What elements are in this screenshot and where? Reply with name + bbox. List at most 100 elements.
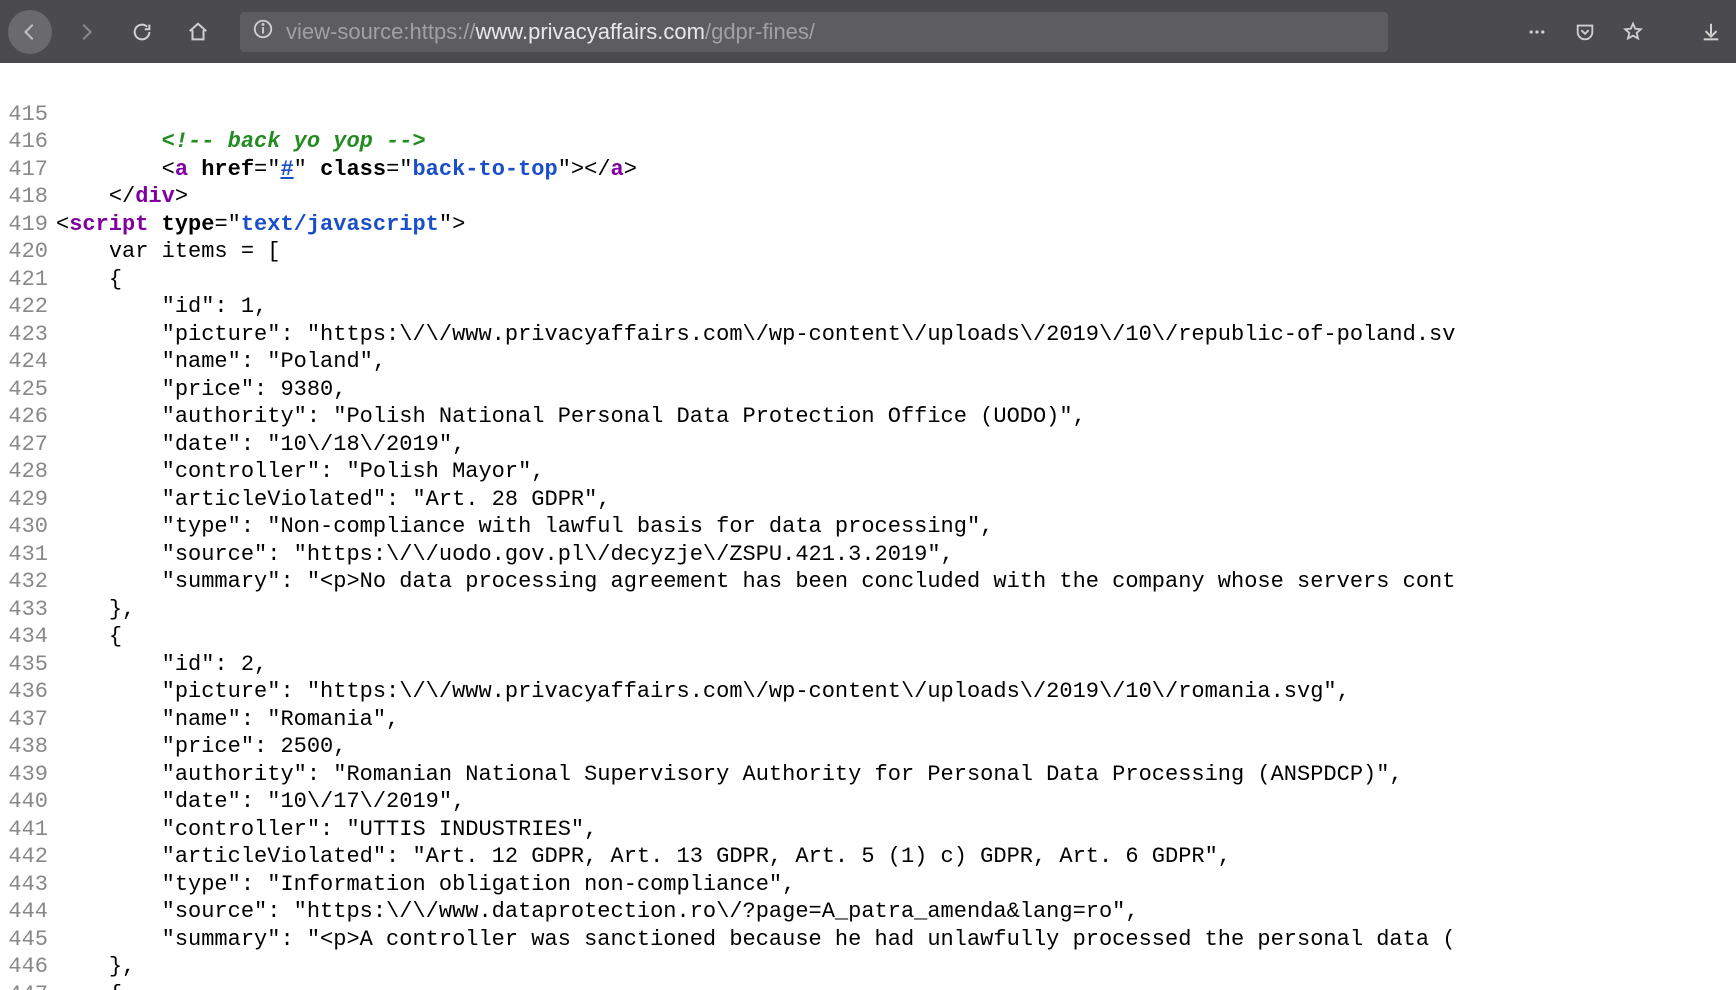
line-number: 446: [0, 953, 56, 981]
source-line: 429 "articleViolated": "Art. 28 GDPR",: [0, 486, 1736, 514]
line-number: 417: [0, 156, 56, 184]
line-code: "articleViolated": "Art. 28 GDPR",: [56, 486, 1736, 514]
info-icon[interactable]: [252, 18, 274, 45]
line-code: "authority": "Romanian National Supervis…: [56, 761, 1736, 789]
line-number: 433: [0, 596, 56, 624]
line-code: "name": "Romania",: [56, 706, 1736, 734]
line-code: "source": "https:\/\/www.dataprotection.…: [56, 898, 1736, 926]
line-number: 415: [0, 101, 56, 129]
source-line: 432 "summary": "<p>No data processing ag…: [0, 568, 1736, 596]
source-line: 427 "date": "10\/18\/2019",: [0, 431, 1736, 459]
source-line: 444 "source": "https:\/\/www.dataprotect…: [0, 898, 1736, 926]
line-code: "id": 1,: [56, 293, 1736, 321]
line-code: "id": 2,: [56, 651, 1736, 679]
source-line: 423 "picture": "https:\/\/www.privacyaff…: [0, 321, 1736, 349]
line-code: },: [56, 596, 1736, 624]
line-code: "summary": "<p>No data processing agreem…: [56, 568, 1736, 596]
line-number: 432: [0, 568, 56, 596]
source-line: 428 "controller": "Polish Mayor",: [0, 458, 1736, 486]
line-code: "picture": "https:\/\/www.privacyaffairs…: [56, 321, 1736, 349]
source-line: 420 var items = [: [0, 238, 1736, 266]
line-number: 444: [0, 898, 56, 926]
source-line: 445 "summary": "<p>A controller was sanc…: [0, 926, 1736, 954]
line-number: 424: [0, 348, 56, 376]
line-number: 447: [0, 981, 56, 990]
line-number: 420: [0, 238, 56, 266]
source-line: 440 "date": "10\/17\/2019",: [0, 788, 1736, 816]
line-number: 419: [0, 211, 56, 239]
line-number: 435: [0, 651, 56, 679]
home-button[interactable]: [176, 10, 220, 54]
line-number: 439: [0, 761, 56, 789]
source-line: 436 "picture": "https:\/\/www.privacyaff…: [0, 678, 1736, 706]
downloads-icon[interactable]: [1694, 15, 1728, 49]
source-line: 441 "controller": "UTTIS INDUSTRIES",: [0, 816, 1736, 844]
line-code: },: [56, 953, 1736, 981]
forward-button[interactable]: [64, 10, 108, 54]
pocket-icon[interactable]: [1568, 15, 1602, 49]
line-code: "source": "https:\/\/uodo.gov.pl\/decyzj…: [56, 541, 1736, 569]
source-line: 415: [0, 101, 1736, 129]
source-line: 425 "price": 9380,: [0, 376, 1736, 404]
line-code: "controller": "Polish Mayor",: [56, 458, 1736, 486]
line-number: 431: [0, 541, 56, 569]
source-line: 426 "authority": "Polish National Person…: [0, 403, 1736, 431]
line-number: 443: [0, 871, 56, 899]
source-line: 446 },: [0, 953, 1736, 981]
line-code: "authority": "Polish National Personal D…: [56, 403, 1736, 431]
source-line: 416 <!-- back yo yop -->: [0, 128, 1736, 156]
line-number: 422: [0, 293, 56, 321]
line-code: "type": "Information obligation non-comp…: [56, 871, 1736, 899]
source-line: 437 "name": "Romania",: [0, 706, 1736, 734]
line-code: "name": "Poland",: [56, 348, 1736, 376]
line-code: <!-- back yo yop -->: [56, 128, 1736, 156]
url-path: /gdpr-fines/: [705, 19, 815, 44]
line-code: {: [56, 623, 1736, 651]
source-line: 443 "type": "Information obligation non-…: [0, 871, 1736, 899]
source-line: 424 "name": "Poland",: [0, 348, 1736, 376]
line-code: <script type="text/javascript">: [56, 211, 1736, 239]
bookmark-star-icon[interactable]: [1616, 15, 1650, 49]
source-line: 439 "authority": "Romanian National Supe…: [0, 761, 1736, 789]
source-line: 433 },: [0, 596, 1736, 624]
line-number: 440: [0, 788, 56, 816]
line-number: 438: [0, 733, 56, 761]
line-code: var items = [: [56, 238, 1736, 266]
url-prefix: view-source:: [286, 19, 409, 44]
source-line: 419<script type="text/javascript">: [0, 211, 1736, 239]
line-number: 421: [0, 266, 56, 294]
more-icon[interactable]: [1520, 15, 1554, 49]
toolbar-right: [1520, 15, 1728, 49]
line-number: 442: [0, 843, 56, 871]
line-number: 430: [0, 513, 56, 541]
line-code: "articleViolated": "Art. 12 GDPR, Art. 1…: [56, 843, 1736, 871]
line-code: "date": "10\/18\/2019",: [56, 431, 1736, 459]
line-code: <a href="#" class="back-to-top"></a>: [56, 156, 1736, 184]
line-number: 436: [0, 678, 56, 706]
source-line: 418 </div>: [0, 183, 1736, 211]
line-number: 429: [0, 486, 56, 514]
line-number: 434: [0, 623, 56, 651]
line-number: 426: [0, 403, 56, 431]
line-number: 441: [0, 816, 56, 844]
url-bar[interactable]: view-source:https://www.privacyaffairs.c…: [240, 12, 1388, 52]
reload-button[interactable]: [120, 10, 164, 54]
source-line: 417 <a href="#" class="back-to-top"></a>: [0, 156, 1736, 184]
back-button[interactable]: [8, 10, 52, 54]
line-number: 437: [0, 706, 56, 734]
url-scheme: https://: [409, 19, 475, 44]
line-number: 418: [0, 183, 56, 211]
line-code: {: [56, 981, 1736, 990]
url-host: www.privacyaffairs.com: [476, 19, 705, 44]
source-line: 422 "id": 1,: [0, 293, 1736, 321]
source-view[interactable]: 415 416 <!-- back yo yop -->417 <a href=…: [0, 63, 1736, 990]
line-number: 445: [0, 926, 56, 954]
line-number: 416: [0, 128, 56, 156]
line-number: 423: [0, 321, 56, 349]
source-line: 421 {: [0, 266, 1736, 294]
source-line: 438 "price": 2500,: [0, 733, 1736, 761]
line-code: "date": "10\/17\/2019",: [56, 788, 1736, 816]
line-number: 427: [0, 431, 56, 459]
line-code: "controller": "UTTIS INDUSTRIES",: [56, 816, 1736, 844]
line-code: "price": 2500,: [56, 733, 1736, 761]
